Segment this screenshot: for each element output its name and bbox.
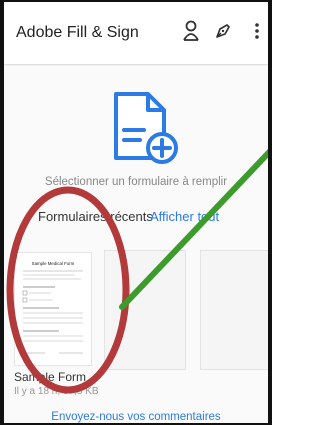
select-form-text: Sélectionner un formulaire à remplir [44,176,228,188]
app-bar: Adobe Fill & Sign [4,2,268,64]
form-thumbnail[interactable]: Sample Medical Form [14,252,92,366]
pen-nib-icon[interactable] [210,18,236,44]
doc-heading: Sample Medical Form [32,261,75,266]
device-frame: Adobe Fill & Sign Sélectionner un formul… [0,0,272,425]
document-add-icon[interactable] [106,88,184,170]
empty-form-slot [200,250,268,370]
app-title: Adobe Fill & Sign [16,24,139,41]
more-vert-icon[interactable] [244,18,268,44]
show-all-link[interactable]: Afficher tout [150,209,219,224]
recent-form-name[interactable]: Sample Form [14,370,86,384]
recent-forms-title: Formulaires récents [38,209,153,224]
feedback-link[interactable]: Envoyez-nous vos commentaires [4,411,268,423]
empty-form-slot [104,250,186,370]
recent-form-meta: Il y a 18 h, 87,8 KB [14,386,99,397]
person-icon[interactable] [178,18,204,44]
home-content: Sélectionner un formulaire à remplir For… [4,66,268,423]
